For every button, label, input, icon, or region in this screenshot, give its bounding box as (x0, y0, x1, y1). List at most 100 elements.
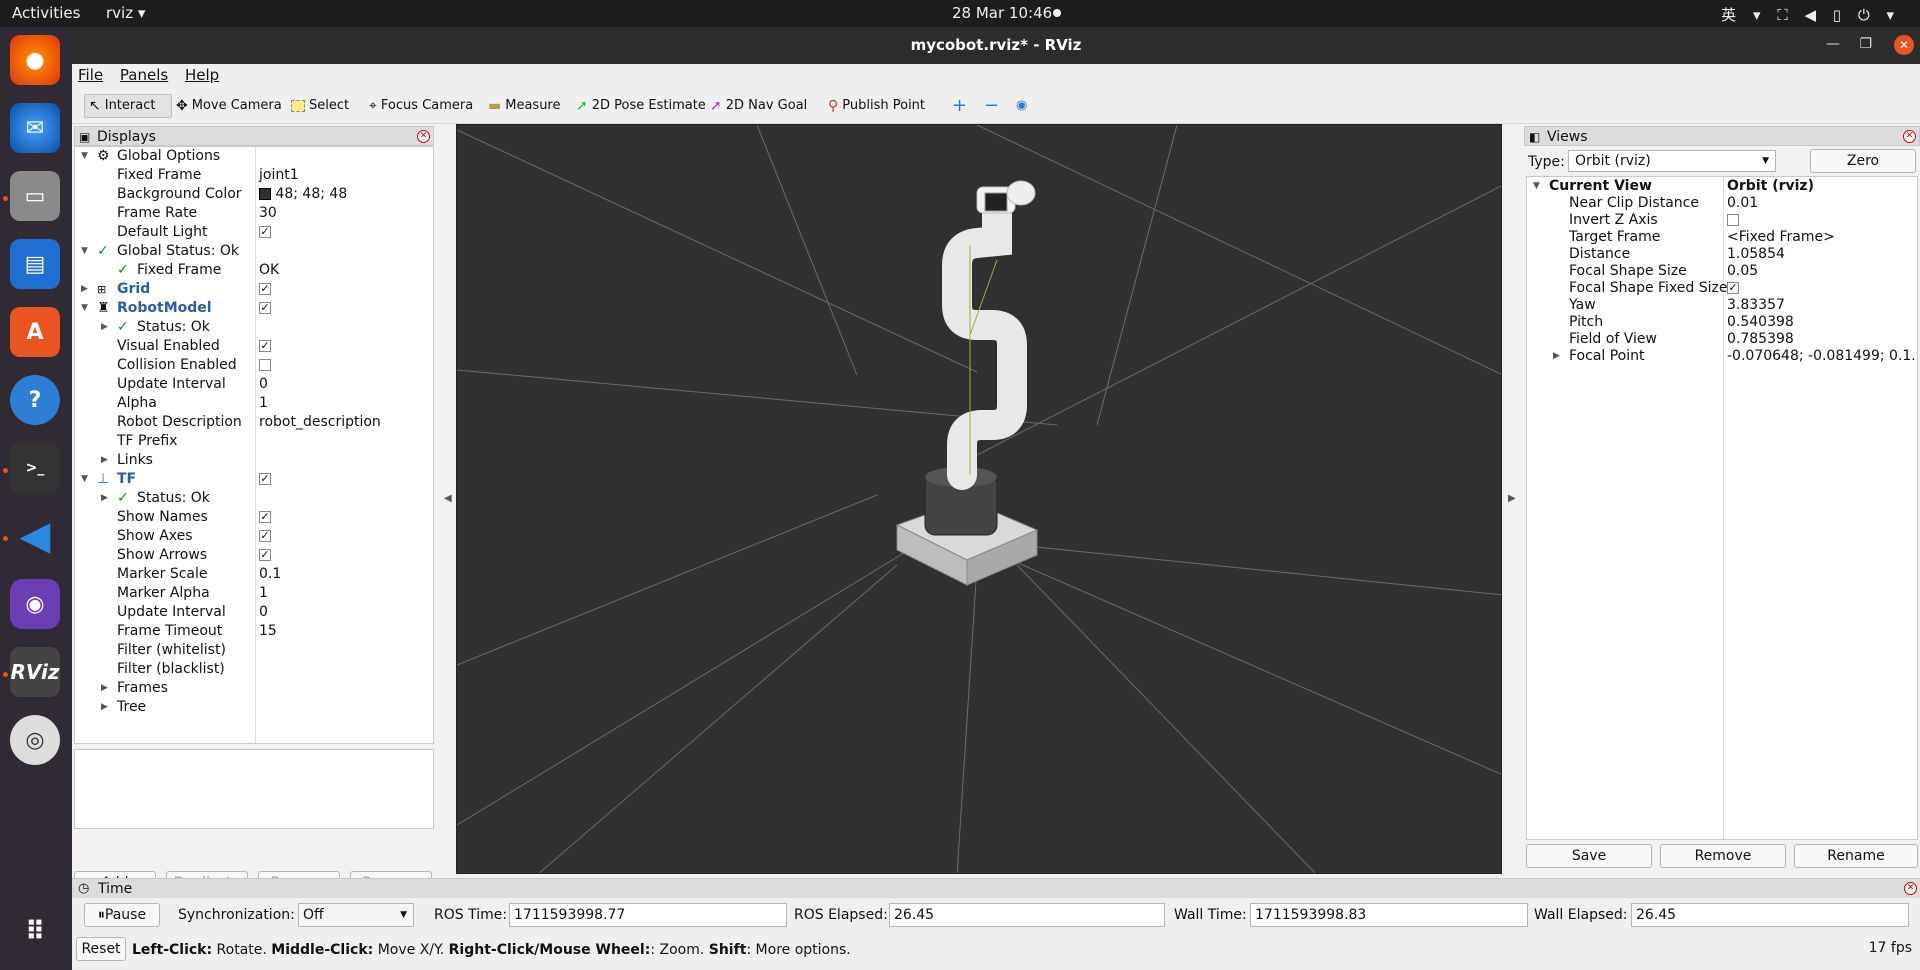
row-value[interactable]: 0 (259, 375, 268, 394)
tree-row[interactable]: Alpha 1 (75, 394, 433, 413)
checkbox-unchecked[interactable] (1727, 214, 1739, 226)
tree-row[interactable]: ▶ ✓ Status: Ok (75, 489, 433, 508)
tree-row[interactable]: Fixed Frame joint1 (75, 166, 433, 185)
measure-tool[interactable]: ▬ Measure (484, 94, 564, 118)
row-value[interactable]: 0.05 (1727, 263, 1915, 280)
row-value[interactable]: ✓ (259, 299, 271, 318)
camera-icon[interactable]: ◉ (10, 579, 60, 629)
3d-viewport[interactable] (456, 124, 1502, 874)
tree-row[interactable]: Show Names ✓ (75, 508, 433, 527)
save-view-button[interactable]: Save (1526, 844, 1652, 868)
tree-row[interactable]: TF Prefix (75, 432, 433, 451)
tree-row[interactable]: Focal Shape Size 0.05 (1527, 263, 1917, 280)
row-value[interactable]: 3.83357 (1727, 297, 1915, 314)
row-value[interactable]: -0.070648; -0.081499; 0.1... (1727, 348, 1915, 365)
writer-icon[interactable]: ▤ (10, 239, 60, 289)
firefox-icon[interactable]: ● (10, 35, 60, 85)
tree-row[interactable]: Focal Shape Fixed Size ✓ (1527, 280, 1917, 297)
tree-row[interactable]: ▼ ⚙ Global Options (75, 147, 433, 166)
checkbox-checked[interactable]: ✓ (259, 549, 271, 561)
tree-row[interactable]: Show Arrows ✓ (75, 546, 433, 565)
row-value[interactable]: 0 (259, 603, 268, 622)
checkbox-checked[interactable]: ✓ (259, 511, 271, 523)
close-panel-icon[interactable]: ✕ (417, 130, 430, 143)
checkbox-checked[interactable]: ✓ (259, 340, 271, 352)
checkbox-checked[interactable]: ✓ (259, 283, 271, 295)
row-value[interactable]: <Fixed Frame> (1727, 229, 1915, 246)
row-value[interactable]: ✓ (259, 280, 271, 299)
row-value[interactable]: ✓ (259, 508, 271, 527)
row-value[interactable]: 0.540398 (1727, 314, 1915, 331)
move-camera-tool[interactable]: ✥ Move Camera (172, 94, 286, 118)
row-value[interactable]: robot_description (259, 413, 381, 432)
tree-row[interactable]: ▶ Focal Point -0.070648; -0.081499; 0.1... (1527, 348, 1917, 365)
app-menu[interactable]: rviz ▾ (106, 4, 145, 22)
files-icon[interactable]: ▭ (10, 171, 60, 221)
tree-row[interactable]: Yaw 3.83357 (1527, 297, 1917, 314)
tree-row[interactable]: Pitch 0.540398 (1527, 314, 1917, 331)
reset-button[interactable]: Reset (76, 937, 126, 961)
row-value[interactable]: ✓ (259, 223, 271, 242)
tree-row[interactable]: ✓ Fixed Frame OK (75, 261, 433, 280)
tree-row[interactable]: Invert Z Axis (1527, 212, 1917, 229)
row-value[interactable]: 0.1 (259, 565, 281, 584)
focus-camera-tool[interactable]: ⌖ Focus Camera (365, 94, 477, 118)
tree-row[interactable]: Field of View 0.785398 (1527, 331, 1917, 348)
collapsed-arrow-icon[interactable]: ▶ (1553, 348, 1560, 365)
nav-goal-tool[interactable]: ➚ 2D Nav Goal (706, 94, 811, 118)
checkbox-unchecked[interactable] (259, 359, 271, 371)
checkbox-checked[interactable]: ✓ (259, 530, 271, 542)
remove-tool-button[interactable]: − (980, 94, 1003, 118)
tree-row[interactable]: Background Color 48; 48; 48 (75, 185, 433, 204)
select-tool[interactable]: Select (287, 94, 353, 118)
close-icon[interactable]: ✕ (1894, 35, 1914, 55)
tree-row[interactable]: Default Light ✓ (75, 223, 433, 242)
left-splitter-arrow-icon[interactable]: ◀ (444, 493, 452, 504)
expand-arrow-icon[interactable]: ▼ (81, 299, 88, 318)
collapsed-arrow-icon[interactable]: ▶ (101, 698, 108, 717)
wall-time-field[interactable]: 1711593998.83 (1250, 903, 1528, 927)
close-panel-icon[interactable]: ✕ (1904, 882, 1917, 895)
expand-arrow-icon[interactable]: ▼ (1533, 178, 1540, 195)
tree-row[interactable]: ▶ ⊞ Grid ✓ (75, 280, 433, 299)
close-panel-icon[interactable]: ✕ (1903, 130, 1916, 143)
ros-elapsed-field[interactable]: 26.45 (889, 903, 1165, 927)
pose-estimate-tool[interactable]: ➚ 2D Pose Estimate (572, 94, 710, 118)
row-value[interactable]: 0.01 (1727, 195, 1915, 212)
minimize-icon[interactable]: — (1826, 36, 1840, 52)
menu-file[interactable]: File (72, 64, 109, 84)
tree-row[interactable]: ▶ ✓ Status: Ok (75, 318, 433, 337)
row-value[interactable] (1727, 212, 1915, 229)
tree-row[interactable]: ▼ ✓ Global Status: Ok (75, 242, 433, 261)
row-value[interactable]: ✓ (259, 527, 271, 546)
tree-row[interactable]: Update Interval 0 (75, 603, 433, 622)
clock[interactable]: 28 Mar 10:46 (952, 4, 1052, 22)
tree-row[interactable]: Visual Enabled ✓ (75, 337, 433, 356)
collapsed-arrow-icon[interactable]: ▶ (101, 679, 108, 698)
tree-row[interactable]: Marker Alpha 1 (75, 584, 433, 603)
tree-row[interactable]: Near Clip Distance 0.01 (1527, 195, 1917, 212)
row-value[interactable] (259, 356, 271, 375)
tree-row[interactable]: ▶ Tree (75, 698, 433, 717)
help-icon[interactable]: ? (10, 375, 60, 425)
thunderbird-icon[interactable]: ✉ (10, 103, 60, 153)
pause-button[interactable]: ⏸Pause (84, 903, 160, 927)
row-value[interactable]: 30 (259, 204, 277, 223)
tree-row[interactable]: Target Frame <Fixed Frame> (1527, 229, 1917, 246)
row-value[interactable]: 0.785398 (1727, 331, 1915, 348)
tree-row[interactable]: ▶ Links (75, 451, 433, 470)
collapsed-arrow-icon[interactable]: ▶ (101, 489, 108, 508)
tree-row[interactable]: Marker Scale 0.1 (75, 565, 433, 584)
tree-row[interactable]: ▼ Current View Orbit (rviz) (1527, 178, 1917, 195)
app-grid-icon[interactable]: ⠿ (10, 907, 60, 957)
activities-button[interactable]: Activities (12, 4, 80, 22)
rviz-icon[interactable]: RViz (10, 647, 60, 697)
expand-arrow-icon[interactable]: ▼ (81, 242, 88, 261)
tree-row[interactable]: ▼ ⊥ TF ✓ (75, 470, 433, 489)
ros-time-field[interactable]: 1711593998.77 (509, 903, 787, 927)
checkbox-checked[interactable]: ✓ (259, 302, 271, 314)
expand-arrow-icon[interactable]: ▼ (81, 470, 88, 489)
tree-row[interactable]: Distance 1.05854 (1527, 246, 1917, 263)
tree-row[interactable]: ▼ ♜ RobotModel ✓ (75, 299, 433, 318)
panel-visibility-button[interactable]: ◉ (1012, 94, 1031, 118)
